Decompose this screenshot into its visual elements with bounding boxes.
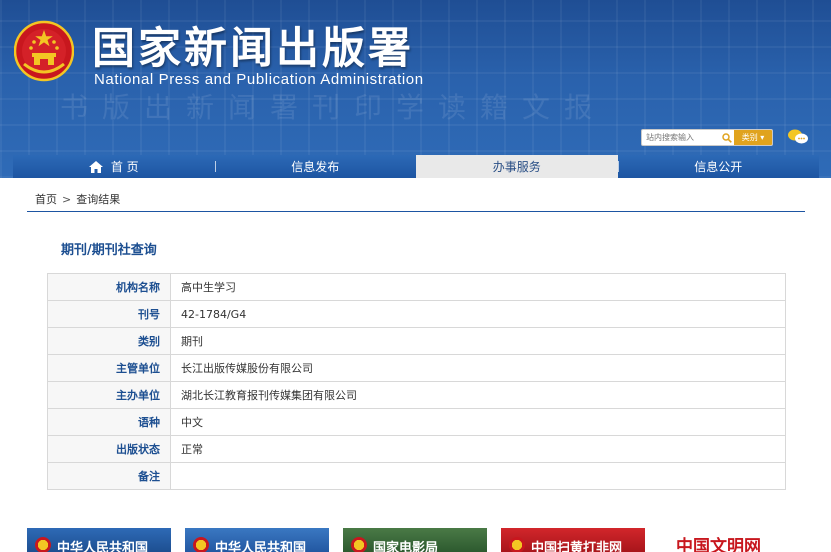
main-content: 首页 > 查询结果 期刊/期刊社查询 机构名称 高中生学习 刊号 42-1784/G…: [13, 178, 819, 552]
field-value: 期刊: [170, 327, 786, 355]
main-nav: 首 页 信息发布 办事服务 信息公开: [13, 155, 819, 178]
nav-item-services[interactable]: 办事服务: [416, 155, 618, 178]
banner-label: 中华人民共和国: [57, 541, 149, 552]
field-value: 42-1784/G4: [170, 300, 786, 328]
site-header: 书版出新闻署刊印学读籍文报 国家新闻出版署 National Press and…: [0, 0, 831, 178]
nav-item-disclosure[interactable]: 信息公开: [617, 155, 820, 178]
field-value: 长江出版传媒股份有限公司: [170, 354, 786, 382]
banner-label: 中国文明网: [676, 537, 761, 552]
footer-banner-links: 中华人民共和国 中华人民共和国 国家电影局 中国扫黄打非网 中国文明网: [0, 528, 831, 552]
search-input[interactable]: [642, 131, 720, 144]
field-label: 机构名称: [47, 273, 171, 301]
banner-link-film-bureau[interactable]: 国家电影局: [343, 528, 487, 552]
breadcrumb-current: 查询结果: [76, 193, 121, 206]
field-value: 高中生学习: [170, 273, 786, 301]
logo-icon: [509, 537, 525, 552]
banner-link-anti-piracy[interactable]: 中国扫黄打非网: [501, 528, 645, 552]
field-value: [170, 462, 786, 490]
emblem-icon: [193, 537, 209, 552]
field-label: 出版状态: [47, 435, 171, 463]
table-row: 主管单位 长江出版传媒股份有限公司: [47, 354, 786, 382]
nav-item-label: 首 页: [110, 160, 139, 174]
chat-icon[interactable]: [787, 128, 809, 146]
field-label: 主办单位: [47, 381, 171, 409]
field-value: 湖北长江教育报刊传媒集团有限公司: [170, 381, 786, 409]
banner-link-civilization[interactable]: 中国文明网: [660, 528, 810, 552]
table-row: 类别 期刊: [47, 327, 786, 355]
table-row: 机构名称 高中生学习: [47, 273, 786, 301]
table-row: 备注: [47, 462, 786, 490]
site-title: 国家新闻出版署: [92, 24, 414, 74]
nav-item-label: 办事服务: [492, 160, 541, 174]
search-category-select[interactable]: 类别 ▾: [734, 130, 772, 145]
table-row: 主办单位 湖北长江教育报刊传媒集团有限公司: [47, 381, 786, 409]
banner-label: 中国扫黄打非网: [531, 541, 623, 552]
field-label: 主管单位: [47, 354, 171, 382]
nav-item-label: 信息发布: [291, 160, 340, 174]
banner-link-prc-2[interactable]: 中华人民共和国: [185, 528, 329, 552]
site-subtitle: National Press and Publication Administr…: [94, 71, 424, 88]
nav-item-news[interactable]: 信息发布: [214, 155, 417, 178]
home-icon: [88, 160, 103, 173]
breadcrumb: 首页 > 查询结果: [35, 191, 120, 207]
banner-link-prc-1[interactable]: 中华人民共和国: [27, 528, 171, 552]
national-emblem-icon: [14, 20, 74, 82]
periodical-info-table: 机构名称 高中生学习 刊号 42-1784/G4 类别 期刊 主管单位 长江出版…: [47, 273, 786, 490]
field-value: 中文: [170, 408, 786, 436]
header-background-glyphs: 书版出新闻署刊印学读籍文报: [60, 92, 607, 124]
page-title: 期刊/期刊社查询: [61, 243, 157, 258]
breadcrumb-separator: >: [62, 193, 72, 206]
table-row: 语种 中文: [47, 408, 786, 436]
emblem-icon: [35, 537, 51, 552]
banner-label: 中华人民共和国: [215, 541, 307, 552]
nav-item-label: 信息公开: [694, 160, 743, 174]
field-label: 刊号: [47, 300, 171, 328]
search-icon: [722, 132, 732, 143]
breadcrumb-divider: [27, 211, 805, 212]
site-search-box: 类别 ▾: [641, 129, 773, 146]
breadcrumb-home-link[interactable]: 首页: [35, 193, 57, 206]
field-label: 语种: [47, 408, 171, 436]
table-row: 刊号 42-1784/G4: [47, 300, 786, 328]
search-button[interactable]: [720, 130, 734, 145]
nav-item-home[interactable]: 首 页: [13, 155, 215, 178]
field-label: 类别: [47, 327, 171, 355]
field-label: 备注: [47, 462, 171, 490]
emblem-icon: [351, 537, 367, 552]
banner-label: 国家电影局: [373, 541, 439, 552]
field-value: 正常: [170, 435, 786, 463]
table-row: 出版状态 正常: [47, 435, 786, 463]
